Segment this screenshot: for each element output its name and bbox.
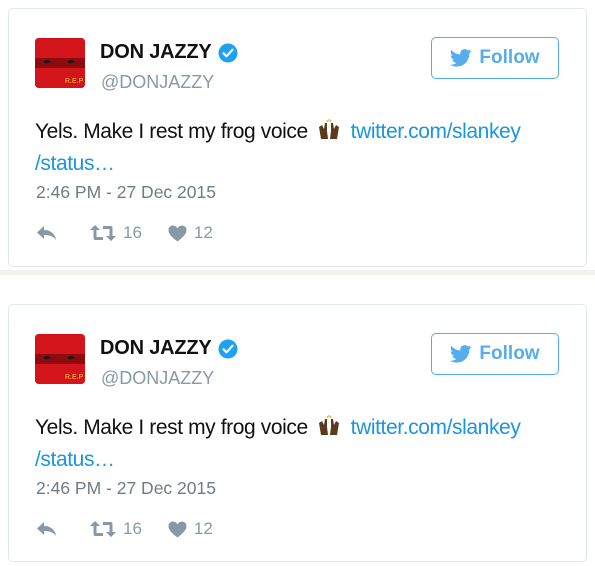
reply-button[interactable] [36, 521, 58, 537]
twitter-bird-icon [450, 49, 472, 67]
tweet-timestamp[interactable]: 2:46 PM - 27 Dec 2015 [36, 478, 216, 499]
author-name[interactable]: DON JAZZY [100, 41, 212, 64]
heart-icon [168, 521, 187, 537]
like-button[interactable]: 12 [168, 519, 213, 539]
tweet-card: R.E.P DON JAZZY @DONJAZZY Follow Yels. M… [8, 8, 587, 267]
tweet-body: Yels. Make I rest my frog voice [35, 416, 308, 439]
embed-separator [0, 270, 595, 275]
tweet-text: Yels. Make I rest my frog voice twitter.… [35, 412, 575, 476]
follow-label: Follow [479, 47, 540, 68]
tweet-link[interactable]: twitter.com/slankey [351, 416, 521, 439]
tweet-actions: 16 12 [36, 221, 213, 245]
like-count: 12 [193, 223, 213, 242]
tweet-timestamp[interactable]: 2:46 PM - 27 Dec 2015 [36, 182, 216, 203]
retweet-count: 16 [123, 519, 142, 538]
follow-button[interactable]: Follow [431, 37, 559, 79]
tweet-text: Yels. Make I rest my frog voice twitter.… [35, 116, 575, 180]
like-button[interactable]: 12 [168, 223, 213, 243]
reply-icon [37, 522, 56, 536]
avatar-text: R.E.P [65, 78, 84, 85]
avatar-text: R.E.P [65, 374, 84, 381]
avatar[interactable]: R.E.P [35, 334, 85, 384]
author-name-row[interactable]: DON JAZZY [100, 41, 238, 64]
tweet-link[interactable]: twitter.com/slankey [351, 120, 521, 143]
tweet-link-continued[interactable]: /status… [35, 152, 115, 175]
retweet-icon [90, 521, 116, 537]
author-name-row[interactable]: DON JAZZY [100, 337, 238, 360]
tweet-card: R.E.P DON JAZZY @DONJAZZY Follow Yels. M… [8, 304, 587, 562]
retweet-button[interactable]: 16 [90, 519, 142, 539]
author-name[interactable]: DON JAZZY [100, 337, 212, 360]
reply-button[interactable] [36, 225, 58, 241]
author-handle[interactable]: @DONJAZZY [101, 72, 214, 93]
heart-icon [168, 225, 187, 241]
reply-icon [37, 226, 56, 240]
retweet-count: 16 [123, 223, 142, 242]
verified-badge-icon [218, 43, 238, 63]
tweet-body: Yels. Make I rest my frog voice [35, 120, 308, 143]
author-handle[interactable]: @DONJAZZY [101, 368, 214, 389]
follow-label: Follow [479, 343, 540, 364]
retweet-icon [90, 225, 116, 241]
raised-hands-emoji-icon [315, 415, 343, 437]
like-count: 12 [193, 519, 213, 538]
follow-button[interactable]: Follow [431, 333, 559, 375]
raised-hands-emoji-icon [315, 119, 343, 141]
retweet-button[interactable]: 16 [90, 223, 142, 243]
twitter-bird-icon [450, 345, 472, 363]
avatar[interactable]: R.E.P [35, 38, 85, 88]
tweet-actions: 16 12 [36, 517, 213, 541]
tweet-link-continued[interactable]: /status… [35, 448, 115, 471]
verified-badge-icon [218, 339, 238, 359]
